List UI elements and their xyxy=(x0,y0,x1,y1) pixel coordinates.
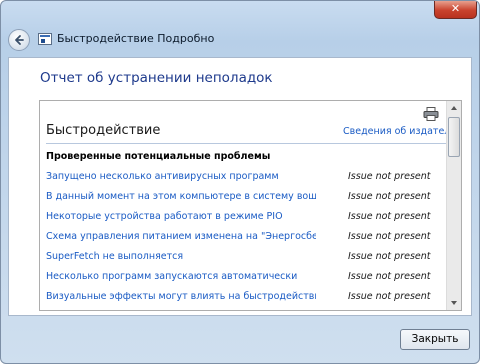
problem-status: Issue not present xyxy=(348,171,431,182)
title-bar: Быстродействие Подробно ✕ xyxy=(1,1,479,55)
problem-status: Issue not present xyxy=(348,271,431,282)
printer-icon[interactable] xyxy=(423,107,439,121)
performance-app-icon xyxy=(38,33,52,45)
problem-link[interactable]: Несколько программ запускаются автоматич… xyxy=(46,271,316,282)
troubleshooting-window: Быстродействие Подробно ✕ Отчет об устра… xyxy=(0,0,480,364)
back-arrow-icon xyxy=(15,35,24,45)
problem-status: Issue not present xyxy=(348,251,431,262)
problem-row: SuperFetch не выполняется Issue not pres… xyxy=(46,251,446,267)
report-panel: Быстродействие Сведения об издателе Пров… xyxy=(39,100,462,311)
problem-status: Issue not present xyxy=(348,291,431,302)
vertical-scrollbar[interactable] xyxy=(446,101,461,310)
window-close-button[interactable]: ✕ xyxy=(434,1,477,19)
page-title: Отчет об устранении неполадок xyxy=(40,70,273,86)
problem-row: Некоторые устройства работают в режиме P… xyxy=(46,211,446,227)
problems-header: Проверенные потенциальные проблемы xyxy=(46,151,271,162)
problem-status: Issue not present xyxy=(348,211,431,222)
problem-link[interactable]: Некоторые устройства работают в режиме P… xyxy=(46,211,316,222)
problem-link[interactable]: В данный момент на этом компьютере в сис… xyxy=(46,191,316,202)
problem-link[interactable]: Визуальные эффекты могут влиять на быстр… xyxy=(46,291,316,302)
problem-row: Запущено несколько антивирусных программ… xyxy=(46,171,446,187)
breadcrumb: Быстродействие Подробно xyxy=(57,32,215,45)
scroll-thumb[interactable] xyxy=(448,117,460,157)
close-button[interactable]: Закрыть xyxy=(400,329,470,350)
problem-row: Несколько программ запускаются автоматич… xyxy=(46,271,446,287)
back-button[interactable] xyxy=(8,29,30,51)
section-title: Быстродействие xyxy=(46,123,161,138)
problem-row: В данный момент на этом компьютере в сис… xyxy=(46,191,446,207)
content-area: Отчет об устранении неполадок Быстродейс… xyxy=(8,57,472,316)
problem-row: Визуальные эффекты могут влиять на быстр… xyxy=(46,291,446,307)
scroll-down-arrow-icon[interactable] xyxy=(447,296,461,310)
publisher-info-link[interactable]: Сведения об издателе xyxy=(343,126,456,137)
problem-status: Issue not present xyxy=(348,191,431,202)
problem-status: Issue not present xyxy=(348,231,431,242)
problem-link[interactable]: Запущено несколько антивирусных программ xyxy=(46,171,316,182)
close-icon: ✕ xyxy=(450,2,461,15)
section-divider xyxy=(46,143,446,144)
scroll-up-arrow-icon[interactable] xyxy=(447,101,461,115)
problem-link[interactable]: SuperFetch не выполняется xyxy=(46,251,316,262)
problem-link[interactable]: Схема управления питанием изменена на "Э… xyxy=(46,231,316,242)
problem-row: Схема управления питанием изменена на "Э… xyxy=(46,231,446,247)
